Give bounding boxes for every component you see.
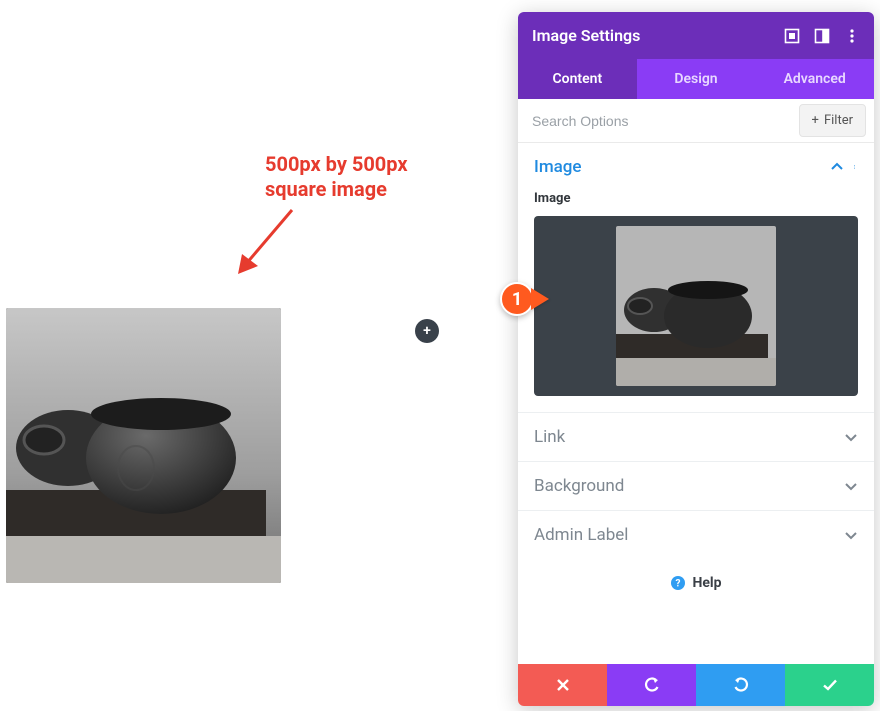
dock-icon[interactable] [814,28,830,44]
image-upload-box[interactable] [534,216,858,396]
plus-icon: + [423,323,431,339]
undo-button[interactable] [607,664,696,706]
save-button[interactable] [785,664,874,706]
more-icon[interactable] [844,28,860,44]
check-icon [822,677,838,693]
settings-panel: Image Settings Content Design Advanced +… [518,12,874,706]
section-title: Background [534,476,624,496]
chevron-up-icon [830,160,844,174]
undo-icon [644,677,660,693]
panel-header-actions [784,28,860,44]
tab-advanced[interactable]: Advanced [755,59,874,99]
filter-button[interactable]: + Filter [799,104,866,137]
section-image-header[interactable]: Image [518,143,874,191]
more-icon[interactable] [854,160,858,174]
panel-tabs: Content Design Advanced [518,59,874,99]
plus-icon: + [812,113,819,128]
panel-header[interactable]: Image Settings [518,12,874,59]
callout-arrow-icon [531,288,549,310]
section-title: Image [534,157,582,177]
section-image-content: Image [518,191,874,412]
search-row: + Filter [518,99,874,143]
help-button[interactable]: ? Help [670,575,721,591]
filter-label: Filter [824,113,853,128]
section-background-header[interactable]: Background [518,461,874,510]
expand-icon[interactable] [784,28,800,44]
panel-title: Image Settings [532,26,640,45]
tab-content[interactable]: Content [518,59,637,99]
close-icon [556,678,570,692]
add-module-button[interactable]: + [415,319,439,343]
annotation-text: 500px by 500pxsquare image [265,152,408,202]
cancel-button[interactable] [518,664,607,706]
help-label: Help [692,575,721,591]
search-input[interactable] [518,101,799,141]
chevron-down-icon [844,479,858,493]
help-row: ? Help [518,559,874,611]
callout-marker: 1 [500,282,549,316]
section-link-header[interactable]: Link [518,412,874,461]
callout-label: 1 [500,282,534,316]
redo-icon [733,677,749,693]
canvas-preview-image[interactable] [6,308,281,583]
canvas-area: 500px by 500pxsquare image + [0,0,515,711]
section-title: Admin Label [534,525,628,545]
chevron-down-icon [844,528,858,542]
chevron-down-icon [844,430,858,444]
svg-text:?: ? [676,579,681,590]
panel-body: Image Image Link [518,143,874,664]
tab-design[interactable]: Design [637,59,756,99]
help-icon: ? [670,575,686,591]
section-admin-label-header[interactable]: Admin Label [518,510,874,559]
image-field-label: Image [534,191,858,206]
image-thumbnail [616,226,776,386]
redo-button[interactable] [696,664,785,706]
annotation-arrow-icon [232,202,302,280]
panel-footer [518,664,874,706]
section-title: Link [534,427,565,447]
